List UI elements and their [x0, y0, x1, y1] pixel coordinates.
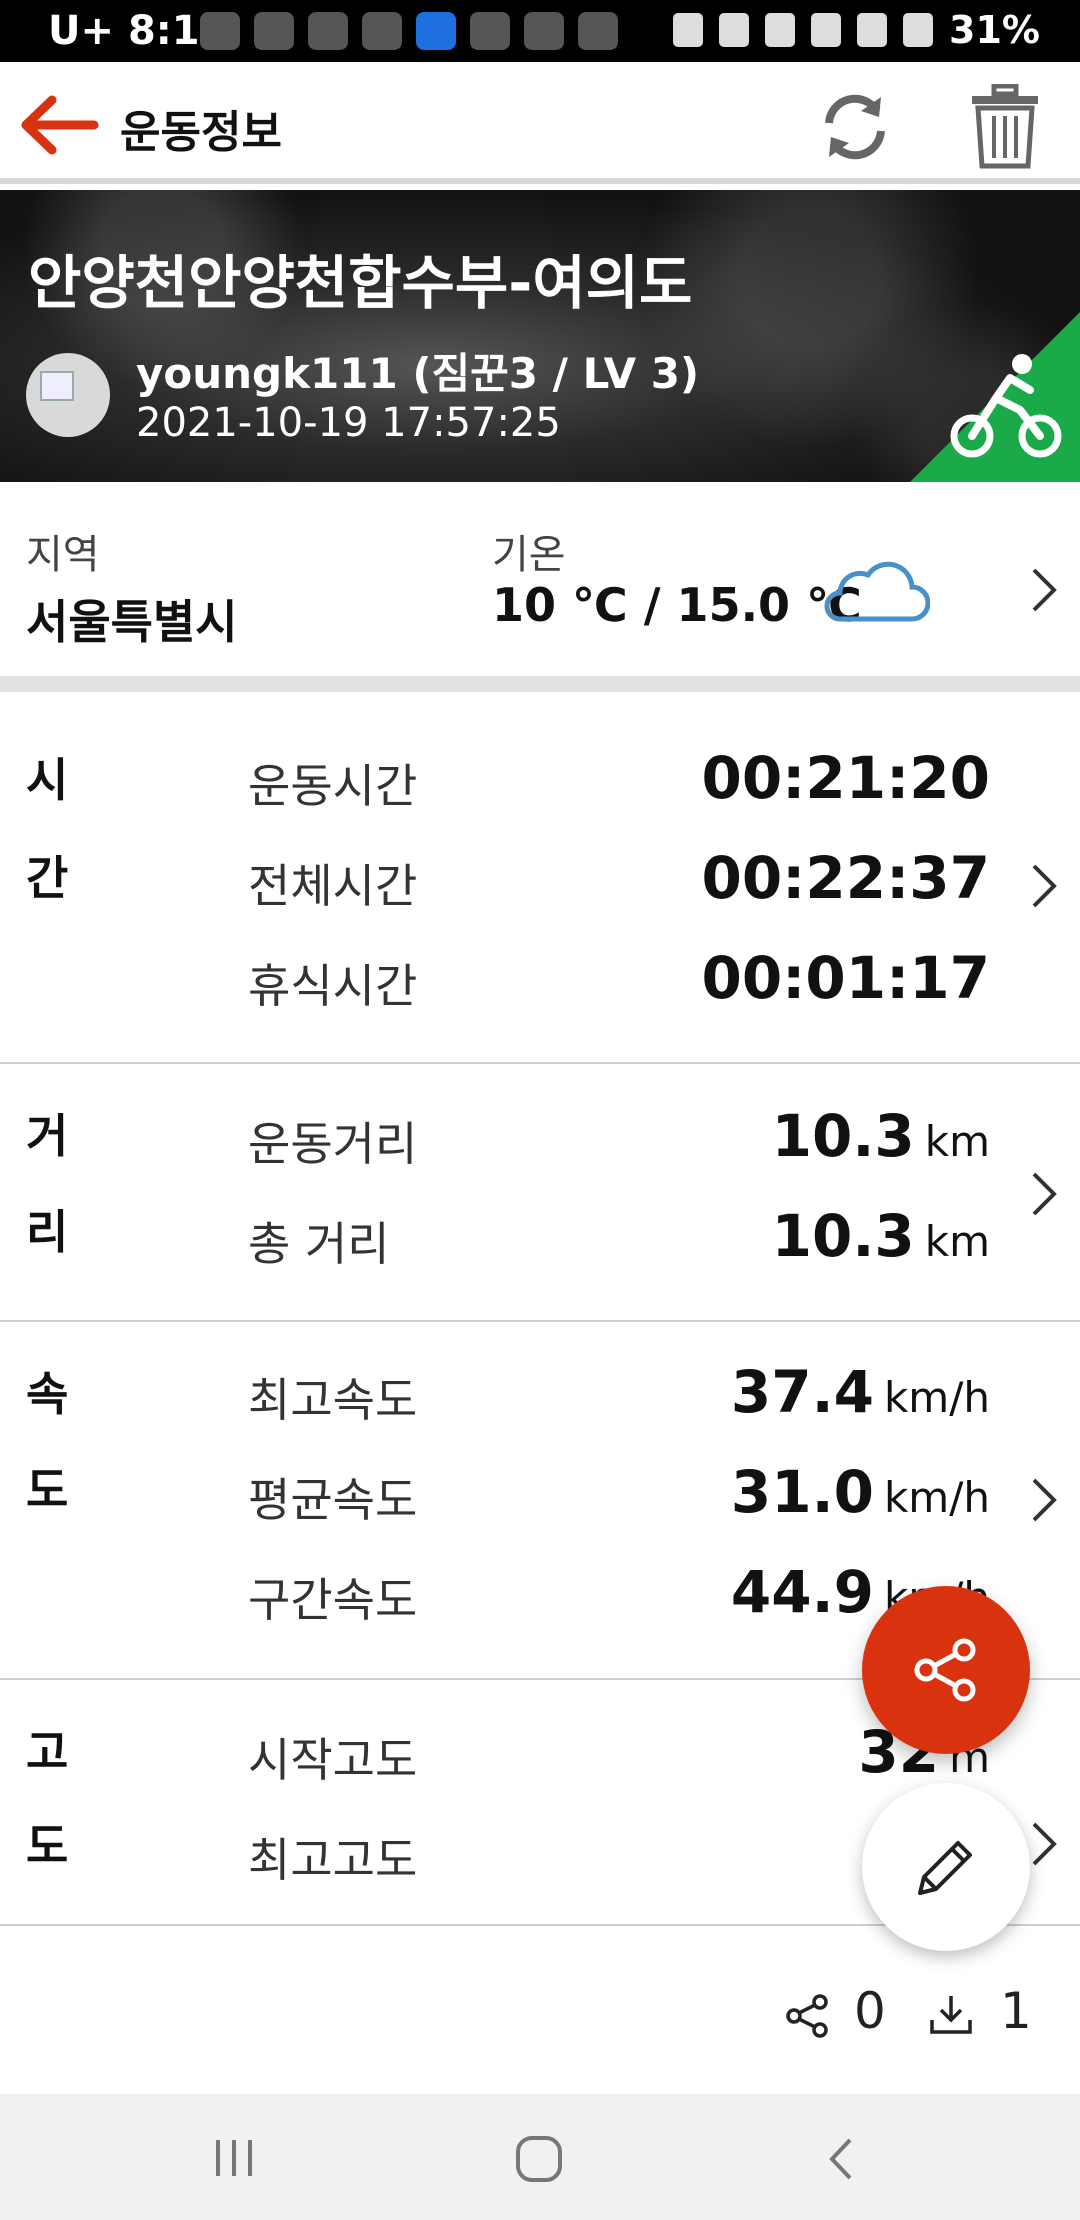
- notification-icon: [578, 12, 618, 50]
- battery-percent: 31%: [949, 8, 1040, 52]
- trash-icon[interactable]: [970, 84, 1040, 170]
- share-icon[interactable]: [786, 1994, 830, 2038]
- notification-icon: [362, 12, 402, 50]
- notification-icon: [416, 12, 456, 50]
- route-banner: 안양천안양천합수부-여의도 youngk111 (짐꾼3 / LV 3) 202…: [0, 190, 1080, 482]
- total-distance-value: 10.3 km: [772, 1202, 990, 1270]
- total-distance-number: 10.3: [771, 1202, 915, 1270]
- share-icon: [914, 1638, 976, 1702]
- notification-icon: [254, 12, 294, 50]
- pencil-icon: [918, 1841, 972, 1895]
- section-heading-altitude-2: 도: [26, 1819, 69, 1873]
- notification-icons: [200, 12, 618, 50]
- alarm-icon: [673, 13, 704, 47]
- back-arrow-icon[interactable]: [20, 92, 100, 158]
- total-distance-label: 총 거리: [248, 1217, 390, 1271]
- temp-label: 기온: [492, 532, 566, 578]
- section-heading-time-1: 시: [26, 753, 69, 807]
- share-count: 0: [854, 1982, 886, 2040]
- exercise-time-label: 운동시간: [248, 759, 418, 813]
- max-speed-label: 최고속도: [248, 1373, 418, 1427]
- chevron-right-icon[interactable]: [1028, 1170, 1060, 1218]
- page-title: 운동정보: [120, 107, 282, 158]
- chevron-right-icon[interactable]: [1028, 566, 1060, 614]
- section-heading-distance-2: 리: [26, 1205, 69, 1259]
- total-time-value: 00:22:37: [701, 844, 990, 912]
- cloud-icon: [824, 561, 930, 622]
- section-heading-time-2: 간: [26, 851, 69, 905]
- rest-time-label: 휴식시간: [248, 959, 418, 1013]
- notification-icon: [524, 12, 564, 50]
- signal-icon: [903, 13, 934, 47]
- avg-speed-value: 31.0 km/h: [731, 1458, 990, 1526]
- temp-value: 10 ℃ / 15.0 ℃: [492, 578, 862, 632]
- recent-apps-icon[interactable]: [212, 2138, 256, 2178]
- region-value: 서울특별시: [26, 595, 238, 649]
- bicycle-icon: [910, 312, 1080, 482]
- distance-unit: km: [924, 1217, 990, 1266]
- exercise-time-value: 00:21:20: [701, 744, 990, 812]
- avatar[interactable]: [26, 353, 110, 437]
- time-section: 시 간 운동시간 00:21:20 전체시간 00:22:37 휴식시간 00:…: [0, 708, 1080, 1064]
- avg-speed-label: 평균속도: [248, 1473, 418, 1527]
- section-heading-speed-1: 속: [26, 1367, 69, 1421]
- share-download-counts: 0 1: [0, 1926, 1080, 2094]
- share-button[interactable]: [862, 1586, 1030, 1754]
- notification-icon: [308, 12, 348, 50]
- section-heading-speed-2: 도: [26, 1463, 69, 1517]
- download-icon[interactable]: [928, 1992, 974, 2038]
- distance-section: 거 리 운동거리 10.3 km 총 거리 10.3 km: [0, 1064, 1080, 1322]
- system-nav-bar: [0, 2094, 1080, 2220]
- speed-unit: km/h: [883, 1473, 990, 1522]
- notification-icon: [470, 12, 510, 50]
- download-count: 1: [1000, 1982, 1032, 2040]
- segment-speed-label: 구간속도: [248, 1573, 418, 1627]
- region-weather-row[interactable]: 지역 서울특별시 기온 10 ℃ / 15.0 ℃: [0, 482, 1080, 692]
- mute-icon: [719, 13, 750, 47]
- exercise-distance-label: 운동거리: [248, 1117, 418, 1171]
- rest-time-value: 00:01:17: [701, 944, 990, 1012]
- carrier-label: U+: [48, 8, 114, 54]
- recycle-icon: [765, 13, 796, 47]
- start-altitude-label: 시작고도: [248, 1733, 418, 1787]
- home-icon[interactable]: [514, 2134, 564, 2184]
- user-name[interactable]: youngk111 (짐꾼3 / LV 3): [136, 340, 699, 401]
- location-icon: [811, 13, 842, 47]
- chevron-right-icon[interactable]: [1028, 862, 1060, 910]
- max-altitude-label: 최고고도: [248, 1833, 418, 1887]
- activity-datetime: 2021-10-19 17:57:25: [136, 400, 561, 446]
- edit-button[interactable]: [862, 1783, 1030, 1951]
- chevron-right-icon[interactable]: [1028, 1820, 1060, 1868]
- status-bar: U+ 8:14 31%: [0, 0, 1080, 62]
- section-heading-altitude-1: 고: [26, 1725, 69, 1779]
- route-title: 안양천안양천합수부-여의도: [28, 249, 693, 317]
- max-speed-number: 37.4: [730, 1358, 874, 1426]
- section-heading-distance-1: 거: [26, 1109, 69, 1163]
- app-bar: 운동정보: [0, 62, 1080, 184]
- wifi-icon: [857, 13, 888, 47]
- region-label: 지역: [26, 532, 100, 578]
- segment-speed-number: 44.9: [730, 1558, 874, 1626]
- sync-icon[interactable]: [815, 87, 895, 167]
- avg-speed-number: 31.0: [730, 1458, 874, 1526]
- notification-icon: [200, 12, 240, 50]
- max-speed-value: 37.4 km/h: [731, 1358, 990, 1426]
- exercise-distance-value: 10.3 km: [772, 1102, 990, 1170]
- speed-unit: km/h: [883, 1373, 990, 1422]
- exercise-distance-number: 10.3: [771, 1102, 915, 1170]
- distance-unit: km: [924, 1117, 990, 1166]
- back-nav-icon[interactable]: [826, 2136, 856, 2182]
- system-icons: 31%: [673, 8, 1040, 52]
- chevron-right-icon[interactable]: [1028, 1476, 1060, 1524]
- total-time-label: 전체시간: [248, 859, 418, 913]
